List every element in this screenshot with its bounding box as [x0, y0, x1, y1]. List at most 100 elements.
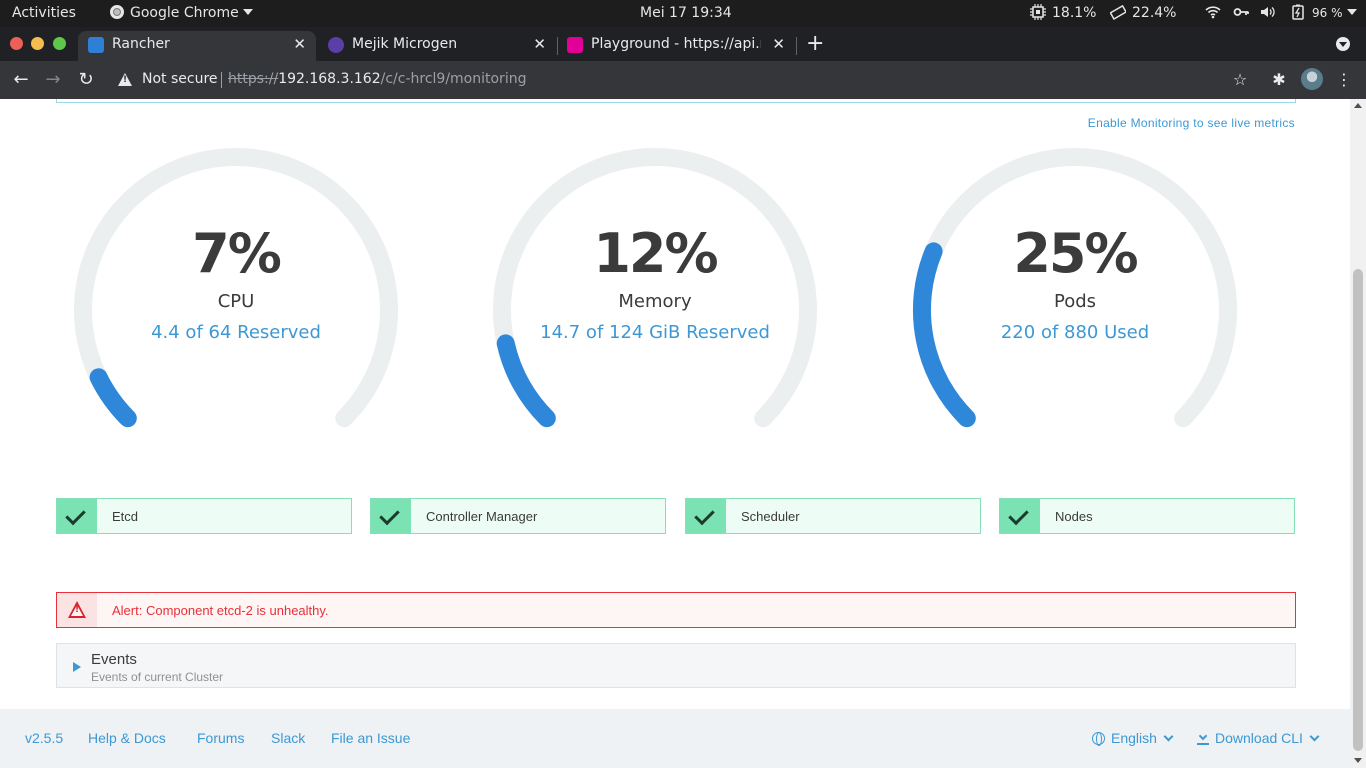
security-label[interactable]: Not secure — [142, 71, 218, 87]
page-scrollbar[interactable] — [1350, 99, 1366, 768]
language-label: English — [1111, 730, 1157, 746]
new-tab-button[interactable]: + — [806, 31, 824, 57]
globe-icon — [1092, 732, 1105, 746]
activities-button[interactable]: Activities — [12, 0, 76, 27]
browser-toolbar: ← → ↻ Not secure https://192.168.3.162/c… — [0, 61, 1366, 99]
warning-icon — [68, 601, 86, 618]
cpu-indicator[interactable]: 18.1% — [1030, 0, 1096, 27]
window-close-button[interactable] — [10, 37, 23, 50]
forums-link[interactable]: Forums — [197, 730, 244, 746]
volume-icon[interactable] — [1260, 0, 1282, 27]
gauge-track — [493, 148, 817, 428]
cpu-label: CPU — [217, 291, 255, 312]
memory-gauge-arc — [493, 148, 817, 428]
tab-rancher[interactable]: Rancher ✕ — [78, 31, 316, 61]
profile-avatar[interactable] — [1301, 68, 1323, 90]
more-menu-icon[interactable]: ⋮ — [1333, 69, 1355, 91]
memory-gauge: 12% Memory 14.7 of 124 GiB Reserved — [475, 139, 835, 439]
scrollbar-thumb[interactable] — [1353, 269, 1363, 751]
battery-indicator[interactable]: 96 % — [1290, 0, 1357, 27]
system-top-bar: Activities Google Chrome Mei 17 19:34 18… — [0, 0, 1366, 27]
slack-link[interactable]: Slack — [271, 730, 305, 746]
events-subtitle: Events of current Cluster — [91, 670, 224, 684]
help-docs-link[interactable]: Help & Docs — [88, 730, 166, 746]
memory-indicator[interactable]: 22.4% — [1110, 0, 1176, 27]
events-accordion[interactable]: Events Events of current Cluster — [56, 643, 1296, 688]
pods-used: 220 of 880 Used — [1000, 322, 1150, 343]
component-label: Controller Manager — [426, 509, 538, 524]
bookmark-star-icon[interactable]: ☆ — [1229, 69, 1251, 91]
language-selector[interactable]: English — [1092, 730, 1174, 746]
window-minimize-button[interactable] — [31, 37, 44, 50]
cpu-value: 18.1% — [1052, 5, 1097, 21]
chrome-icon — [110, 5, 124, 19]
memory-label: Memory — [618, 291, 692, 312]
back-arrow-icon[interactable]: ← — [10, 69, 32, 91]
cpu-gauge-arc — [74, 148, 398, 428]
tab-search-icon[interactable] — [1336, 37, 1350, 51]
tab-divider — [796, 37, 797, 55]
clock[interactable]: Mei 17 19:34 — [640, 0, 732, 27]
key-icon[interactable] — [1233, 0, 1255, 27]
chevron-down-icon — [1309, 731, 1320, 742]
component-etcd: Etcd — [56, 498, 352, 534]
tab-title: Rancher — [112, 36, 170, 52]
component-scheduler: Scheduler — [685, 498, 981, 534]
battery-icon — [1292, 4, 1304, 20]
window-maximize-button[interactable] — [53, 37, 66, 50]
url-text[interactable]: https://192.168.3.162/c/c-hrcl9/monitori… — [228, 71, 526, 87]
cpu-icon — [1030, 4, 1046, 20]
wifi-icon[interactable] — [1205, 0, 1227, 27]
tab-mejik-microgen[interactable]: Mejik Microgen ✕ — [318, 31, 556, 61]
expand-arrow-icon[interactable] — [73, 662, 81, 672]
component-label: Nodes — [1055, 509, 1093, 524]
url-host: 192.168.3.162 — [278, 71, 381, 87]
reload-icon[interactable]: ↻ — [75, 69, 97, 91]
address-bar[interactable]: Not secure https://192.168.3.162/c/c-hrc… — [106, 65, 1266, 95]
wifi-glyph — [1205, 6, 1221, 19]
footer: v2.5.5 Help & Docs Forums Slack File an … — [0, 709, 1350, 768]
app-menu[interactable]: Google Chrome — [110, 0, 253, 27]
memory-icon — [1110, 4, 1126, 20]
speaker-glyph — [1261, 7, 1275, 17]
pods-percent: 25% — [1013, 222, 1138, 285]
download-cli-button[interactable]: Download CLI — [1197, 730, 1320, 746]
alert-icon-box — [57, 593, 97, 627]
pods-gauge: 25% Pods 220 of 880 Used — [895, 139, 1255, 439]
tab-title: Mejik Microgen — [352, 36, 458, 52]
memory-reserved: 14.7 of 124 GiB Reserved — [540, 322, 770, 343]
check-icon — [1000, 499, 1040, 533]
component-label: Etcd — [112, 509, 139, 524]
gauge-fill — [89, 368, 137, 428]
url-path: /c/c-hrcl9/monitoring — [380, 71, 527, 87]
close-icon[interactable]: ✕ — [533, 31, 546, 57]
cpu-reserved: 4.4 of 64 Reserved — [151, 322, 321, 343]
extensions-icon[interactable]: ✱ — [1268, 69, 1290, 91]
component-controller-manager: Controller Manager — [370, 498, 666, 534]
battery-value: 96 % — [1312, 6, 1343, 20]
events-title[interactable]: Events — [91, 651, 137, 668]
chevron-down-icon — [242, 9, 253, 15]
download-icon — [1197, 733, 1209, 745]
warning-icon[interactable] — [118, 73, 132, 86]
scroll-down-arrow-icon[interactable] — [1354, 758, 1362, 763]
file-issue-link[interactable]: File an Issue — [331, 730, 410, 746]
url-scheme: https:// — [228, 71, 279, 87]
key-glyph — [1233, 8, 1249, 16]
check-icon — [686, 499, 726, 533]
forward-arrow-icon[interactable]: → — [42, 69, 64, 91]
close-icon[interactable]: ✕ — [772, 31, 785, 57]
tab-title: Playground - https://api.m — [591, 36, 761, 52]
scroll-up-arrow-icon[interactable] — [1354, 103, 1362, 108]
memory-value: 22.4% — [1132, 5, 1177, 21]
rancher-favicon-icon — [88, 37, 104, 53]
component-nodes: Nodes — [999, 498, 1295, 534]
page-content: Enable Monitoring to see live metrics 7%… — [0, 99, 1350, 768]
close-icon[interactable]: ✕ — [293, 31, 306, 57]
check-icon — [57, 499, 97, 533]
version-link[interactable]: v2.5.5 — [25, 730, 63, 746]
component-label: Scheduler — [741, 509, 800, 524]
tab-playground[interactable]: Playground - https://api.m ✕ — [557, 31, 795, 61]
download-label: Download CLI — [1215, 730, 1303, 746]
enable-monitoring-link[interactable]: Enable Monitoring to see live metrics — [1088, 116, 1295, 130]
